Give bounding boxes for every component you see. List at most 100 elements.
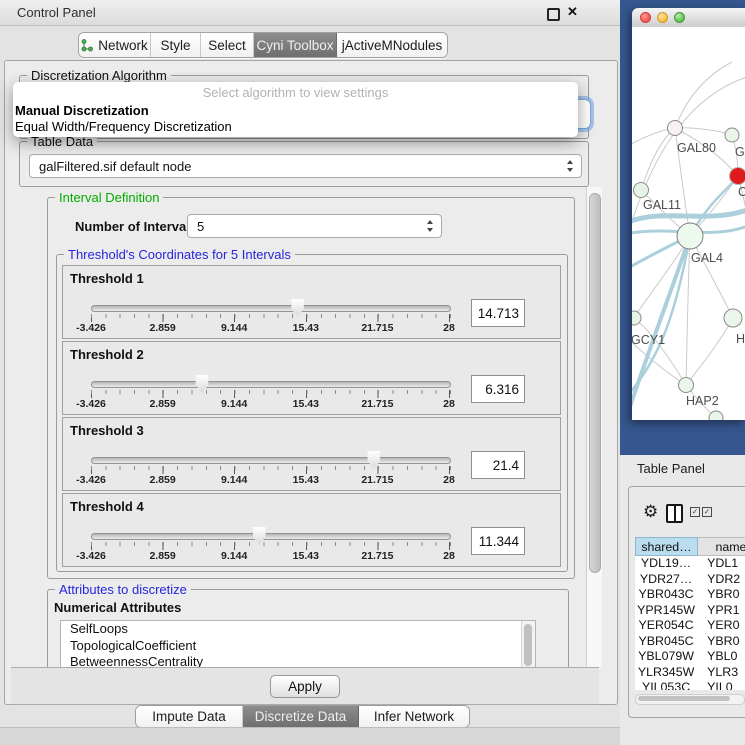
tick-label: 21.715 <box>361 474 393 486</box>
column-settings-icon[interactable] <box>666 504 683 523</box>
tick-label: -3.426 <box>76 550 106 562</box>
float-window-icon[interactable] <box>547 8 560 21</box>
node-h[interactable] <box>724 309 742 327</box>
minimize-traffic-light-icon[interactable] <box>657 12 668 23</box>
threshold-value-field[interactable]: 6.316 <box>471 375 525 403</box>
table-panel-title: Table Panel <box>637 461 705 476</box>
table-row[interactable]: YLR345WYLR3 <box>635 665 745 681</box>
list-item[interactable]: SelfLoops <box>61 621 535 638</box>
threshold-label: Threshold 1 <box>70 271 144 286</box>
node-gal80[interactable] <box>668 121 683 136</box>
cell-shared-name: YDL19… <box>635 556 697 572</box>
table-horizontal-scrollbar[interactable] <box>635 694 745 705</box>
node-top-right[interactable] <box>725 128 739 142</box>
panel-scrollbar[interactable] <box>586 187 602 667</box>
close-traffic-light-icon[interactable] <box>640 12 651 23</box>
tab-label: Infer Network <box>374 709 454 724</box>
checkbox-icon: ✓ <box>702 507 712 517</box>
tick-label: 2.859 <box>149 550 175 562</box>
tab-cyni-toolbox[interactable]: Cyni Toolbox <box>254 33 337 57</box>
apply-button[interactable]: Apply <box>270 675 340 698</box>
node-bottom[interactable] <box>709 411 723 420</box>
number-of-intervals-combobox[interactable]: 5 <box>187 214 442 238</box>
zoom-traffic-light-icon[interactable] <box>674 12 685 23</box>
tab-style[interactable]: Style <box>151 33 201 57</box>
table-row[interactable]: YBL079WYBL0 <box>635 649 745 665</box>
scrollbar-thumb[interactable] <box>524 624 532 666</box>
threshold-slider-track[interactable] <box>91 381 451 388</box>
node-gal11[interactable] <box>634 183 649 198</box>
tab-select[interactable]: Select <box>201 33 254 57</box>
threshold-label: Threshold 2 <box>70 347 144 362</box>
dropdown-option-equal-width[interactable]: Equal Width/Frequency Discretization <box>15 119 232 134</box>
combobox-value: galFiltered.sif default node <box>39 159 191 174</box>
threshold-label: Threshold 4 <box>70 499 144 514</box>
table-row[interactable]: YDL19…YDL1 <box>635 556 745 572</box>
footer-bar: Apply <box>11 667 599 705</box>
cell-shared-name: YIL053C <box>635 680 697 690</box>
tick-label: 21.715 <box>361 398 393 410</box>
tab-label: Network <box>98 38 148 53</box>
close-icon[interactable]: ✕ <box>567 4 578 20</box>
tick-label: 15.43 <box>293 474 319 486</box>
table-header-row: shared… name <box>635 537 745 556</box>
node-label: H <box>736 332 745 346</box>
dropdown-option-manual[interactable]: Manual Discretization <box>15 103 149 118</box>
column-header-name[interactable]: name <box>698 537 745 556</box>
threshold-value-field[interactable]: 14.713 <box>471 299 525 327</box>
scrollbar-thumb[interactable] <box>638 696 730 701</box>
select-columns-icons[interactable]: ✓ ✓ <box>690 507 712 517</box>
list-item[interactable]: BetweennessCentrality <box>61 654 535 667</box>
tab-label: jActiveMNodules <box>342 38 443 53</box>
control-panel-window: Control Panel ✕ Network Style Select <box>0 0 620 745</box>
table-panel-window: ⚙ ✓ ✓ shared… name YDL19…YDL1 YDR27…YDR2… <box>628 486 745 718</box>
tab-impute-data[interactable]: Impute Data <box>136 706 243 727</box>
node-selected-red[interactable] <box>730 168 745 185</box>
cell-name: YDR2 <box>697 572 745 588</box>
network-graph: GAL80 GA C GAL11 GAL4 GCY1 H HAP2 <box>632 27 745 420</box>
stepper-arrows-icon <box>427 220 434 232</box>
table-row[interactable]: YPR145WYPR1 <box>635 603 745 619</box>
column-header-shared-name[interactable]: shared… <box>635 537 698 556</box>
tick-label: 9.144 <box>221 398 247 410</box>
list-item[interactable]: TopologicalCoefficient <box>61 638 535 655</box>
cyni-toolbox-panel: Discretization Algorithm Table Data galF… <box>4 60 618 705</box>
tick-label: 15.43 <box>293 398 319 410</box>
threshold-slider-track[interactable] <box>91 533 451 540</box>
group-title: Discretization Algorithm <box>27 68 171 83</box>
numerical-attributes-label: Numerical Attributes <box>54 600 181 615</box>
tick-label: 21.715 <box>361 550 393 562</box>
table-row[interactable]: YER054CYER0 <box>635 618 745 634</box>
attributes-group: Attributes to discretize Numerical Attri… <box>47 589 569 667</box>
threshold-value-field[interactable]: 11.344 <box>471 527 525 555</box>
threshold-slider-track[interactable] <box>91 457 451 464</box>
table-row[interactable]: YDR27…YDR2 <box>635 572 745 588</box>
number-of-intervals-label: Number of Intervals <box>75 219 197 234</box>
gear-icon[interactable]: ⚙ <box>643 503 658 520</box>
cyni-bottom-tabs: Impute Data Discretize Data Infer Networ… <box>135 705 470 728</box>
scrollbar-thumb[interactable] <box>589 193 601 573</box>
list-scrollbar[interactable] <box>521 621 535 667</box>
table-row[interactable]: YBR043CYBR0 <box>635 587 745 603</box>
tab-discretize-data[interactable]: Discretize Data <box>243 706 359 727</box>
cell-shared-name: YPR145W <box>635 603 697 619</box>
thresholds-group: Threshold's Coordinates for 5 Intervals … <box>56 254 568 572</box>
threshold-value-field[interactable]: 21.4 <box>471 451 525 479</box>
node-gal4[interactable] <box>677 223 703 249</box>
tick-label: 15.43 <box>293 322 319 334</box>
network-view-window: GAL80 GA C GAL11 GAL4 GCY1 H HAP2 <box>632 8 745 420</box>
tab-label: Style <box>160 38 190 53</box>
dropdown-placeholder-option[interactable]: Select algorithm to view settings <box>13 85 578 100</box>
node-gcy1[interactable] <box>632 311 641 325</box>
tab-jactivemnodules[interactable]: jActiveMNodules <box>337 33 447 57</box>
table-data-combobox[interactable]: galFiltered.sif default node <box>29 154 582 178</box>
cell-shared-name: YBR045C <box>635 634 697 650</box>
node-label: GA <box>735 145 745 159</box>
node-hap2[interactable] <box>679 378 694 393</box>
threshold-slider-track[interactable] <box>91 305 451 312</box>
tab-infer-network[interactable]: Infer Network <box>359 706 469 727</box>
tab-network[interactable]: Network <box>79 33 151 57</box>
table-row[interactable]: YBR045CYBR0 <box>635 634 745 650</box>
table-row[interactable]: YIL053CYIL0 <box>635 680 745 690</box>
control-panel-tabs: Network Style Select Cyni Toolbox jActiv… <box>78 32 448 58</box>
